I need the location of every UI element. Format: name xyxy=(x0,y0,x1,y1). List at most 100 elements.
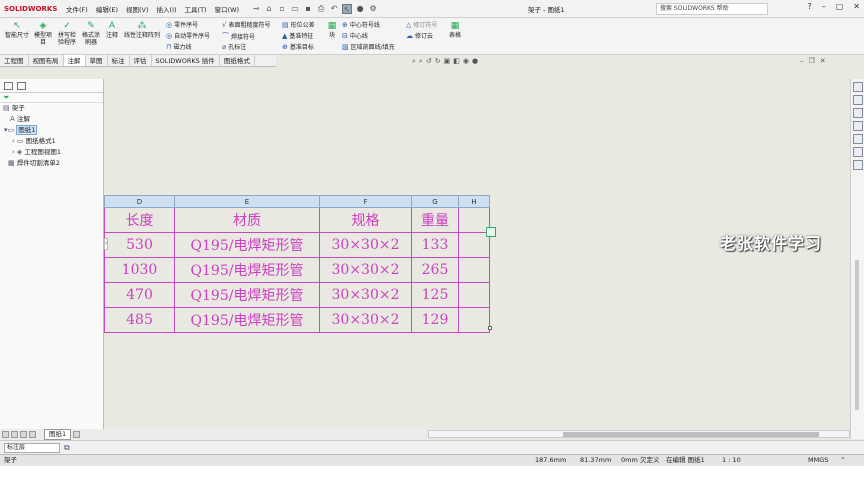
next-sheet-icon[interactable] xyxy=(20,431,27,438)
table-cell[interactable]: 530 xyxy=(104,232,175,258)
options-gear-icon[interactable]: ⚙ xyxy=(368,4,378,14)
table-cell[interactable]: 1030 xyxy=(104,257,175,283)
table-cell[interactable]: Q195/电焊矩形管 xyxy=(174,307,320,333)
status-scale[interactable]: 1 : 10 xyxy=(722,455,741,466)
sheet-tab-sheet1[interactable]: 图纸1 xyxy=(44,429,72,440)
minimize-icon[interactable]: – xyxy=(822,2,826,11)
weld-symbol-button[interactable]: ⌒ 焊接符号 xyxy=(222,31,255,41)
save-icon[interactable]: ▪ xyxy=(303,4,313,14)
table-cell[interactable] xyxy=(458,232,490,258)
datum-feature-button[interactable]: ▲ 基准特征 xyxy=(282,31,313,41)
table-cell[interactable]: 265 xyxy=(411,257,459,283)
add-sheet-icon[interactable] xyxy=(73,431,81,438)
tab-view-layout[interactable]: 视图布局 xyxy=(29,55,64,66)
menu-tools[interactable]: 工具(T) xyxy=(181,4,211,14)
section-view-icon[interactable]: ▣ xyxy=(444,57,451,66)
layer-properties-icon[interactable]: ⧉ xyxy=(64,443,70,453)
first-sheet-icon[interactable] xyxy=(2,431,9,438)
table-cell[interactable]: 125 xyxy=(411,282,459,308)
viewport-minimize-icon[interactable]: – xyxy=(800,57,804,65)
new-document-icon[interactable]: ▫ xyxy=(277,4,287,14)
table-cell[interactable] xyxy=(458,257,490,283)
tab-drawing[interactable]: 工程图 xyxy=(0,55,29,66)
header-cell-spec[interactable]: 规格 xyxy=(319,207,412,233)
table-resize-handle[interactable] xyxy=(488,326,492,330)
scrollbar-thumb[interactable] xyxy=(563,432,819,437)
layer-dropdown[interactable]: 标注层 xyxy=(4,443,60,453)
tree-item-annotations[interactable]: A 注解 xyxy=(0,114,103,125)
design-library-icon[interactable] xyxy=(853,95,863,105)
table-cell[interactable] xyxy=(458,282,490,308)
tree-item-sheet-format1[interactable]: › ▭ 图纸格式1 xyxy=(0,136,103,147)
column-letter[interactable]: D xyxy=(104,195,175,208)
table-cell[interactable]: 30×30×2 xyxy=(319,282,412,308)
previous-sheet-icon[interactable] xyxy=(11,431,18,438)
header-cell-length[interactable]: 长度 xyxy=(104,207,175,233)
centerline-button[interactable]: ⊟ 中心线 xyxy=(342,31,368,41)
tab-sketch[interactable]: 草图 xyxy=(86,55,108,66)
status-expand-icon[interactable]: ⌃ xyxy=(840,455,845,466)
header-cell-empty[interactable] xyxy=(458,207,490,233)
solidworks-logo[interactable]: SOLIDWORKS xyxy=(0,5,62,13)
table-cell[interactable]: 133 xyxy=(411,232,459,258)
table-cell[interactable]: 30×30×2 xyxy=(319,307,412,333)
rebuild-view-icon[interactable]: ↻ xyxy=(435,57,441,66)
drawing-canvas[interactable]: D E F G H 长度 材质 规格 重量 530 Q195/电焊矩形管 30×… xyxy=(104,67,850,429)
balloon-button[interactable]: ◎ 零件序号 xyxy=(166,20,198,30)
hide-show-icon[interactable]: ◉ xyxy=(463,57,469,66)
forum-icon[interactable] xyxy=(853,160,863,170)
zoom-to-fit-icon[interactable]: ⌕ xyxy=(412,57,416,66)
table-cell[interactable]: 129 xyxy=(411,307,459,333)
help-search-input[interactable]: 搜索 SOLIDWORKS 帮助 xyxy=(656,3,768,15)
menu-window[interactable]: 窗口(W) xyxy=(211,4,244,14)
table-cell[interactable]: Q195/电焊矩形管 xyxy=(174,232,320,258)
pin-icon[interactable]: ⊸ xyxy=(251,4,261,14)
table-cell[interactable]: 30×30×2 xyxy=(319,232,412,258)
tree-root[interactable]: ▤ 架子 xyxy=(0,103,103,114)
tab-markup[interactable]: 标注 xyxy=(108,55,130,66)
panel-collapse-handle[interactable]: ‹ xyxy=(104,238,108,250)
spell-check-button[interactable]: ✓ 拼写检验程序 xyxy=(56,21,78,46)
feature-tree-tab-icon[interactable] xyxy=(4,81,13,90)
help-icon[interactable]: ? xyxy=(807,2,811,11)
table-cell[interactable] xyxy=(458,307,490,333)
home-icon[interactable]: ⌂ xyxy=(264,4,274,14)
menu-insert[interactable]: 插入(I) xyxy=(153,4,181,14)
table-cell[interactable]: 470 xyxy=(104,282,175,308)
zoom-area-icon[interactable]: ⌕ xyxy=(419,57,423,66)
undo-icon[interactable]: ↶ xyxy=(329,4,339,14)
rebuild-icon[interactable]: ● xyxy=(355,4,365,14)
tab-sheet-format[interactable]: 图纸格式 xyxy=(220,55,255,66)
area-hatch-button[interactable]: ▨ 区域剖面线/填充 xyxy=(342,42,395,52)
table-button[interactable]: ▦ 表格 xyxy=(446,21,464,39)
linear-note-pattern-button[interactable]: ⁂ 线性注释阵列 xyxy=(122,21,162,39)
geometric-tolerance-button[interactable]: ▤ 形位公差 xyxy=(282,20,315,30)
vertical-scrollbar[interactable] xyxy=(855,260,859,410)
appearances-icon[interactable] xyxy=(853,134,863,144)
table-cell[interactable]: 30×30×2 xyxy=(319,257,412,283)
filter-icon[interactable]: ⏷ xyxy=(0,93,103,103)
menu-view[interactable]: 视图(V) xyxy=(122,4,153,14)
block-button[interactable]: ▦ 块 xyxy=(326,21,338,39)
tree-item-sheet1[interactable]: ▾▭ 图纸1 xyxy=(0,125,103,136)
note-button[interactable]: A 注释 xyxy=(104,21,120,39)
viewport-restore-icon[interactable]: ❐ xyxy=(809,57,815,65)
column-letter[interactable]: E xyxy=(174,195,320,208)
table-cell[interactable]: Q195/电焊矩形管 xyxy=(174,282,320,308)
magnetic-line-button[interactable]: ⊓ 磁力线 xyxy=(166,42,191,52)
model-items-button[interactable]: ◈ 模型项目 xyxy=(32,21,54,46)
last-sheet-icon[interactable] xyxy=(29,431,36,438)
column-letter[interactable]: G xyxy=(411,195,459,208)
menu-file[interactable]: 文件(F) xyxy=(62,4,92,14)
column-letter[interactable]: H xyxy=(458,195,490,208)
tab-evaluate[interactable]: 评估 xyxy=(130,55,152,66)
table-cell[interactable]: 485 xyxy=(104,307,175,333)
select-arrow-icon[interactable]: ↖ xyxy=(342,3,353,14)
tab-addins[interactable]: SOLIDWORKS 插件 xyxy=(152,55,220,66)
header-cell-weight[interactable]: 重量 xyxy=(411,207,459,233)
datum-target-button[interactable]: ⊕ 基准目标 xyxy=(282,42,314,52)
auto-balloon-button[interactable]: ◎ 自动零件序号 xyxy=(166,31,210,41)
revision-symbol-button[interactable]: △ 修订符号 xyxy=(406,20,437,30)
print-icon[interactable]: ⎙ xyxy=(316,4,326,14)
smart-dimension-button[interactable]: ↖ 智能尺寸 xyxy=(2,21,32,39)
